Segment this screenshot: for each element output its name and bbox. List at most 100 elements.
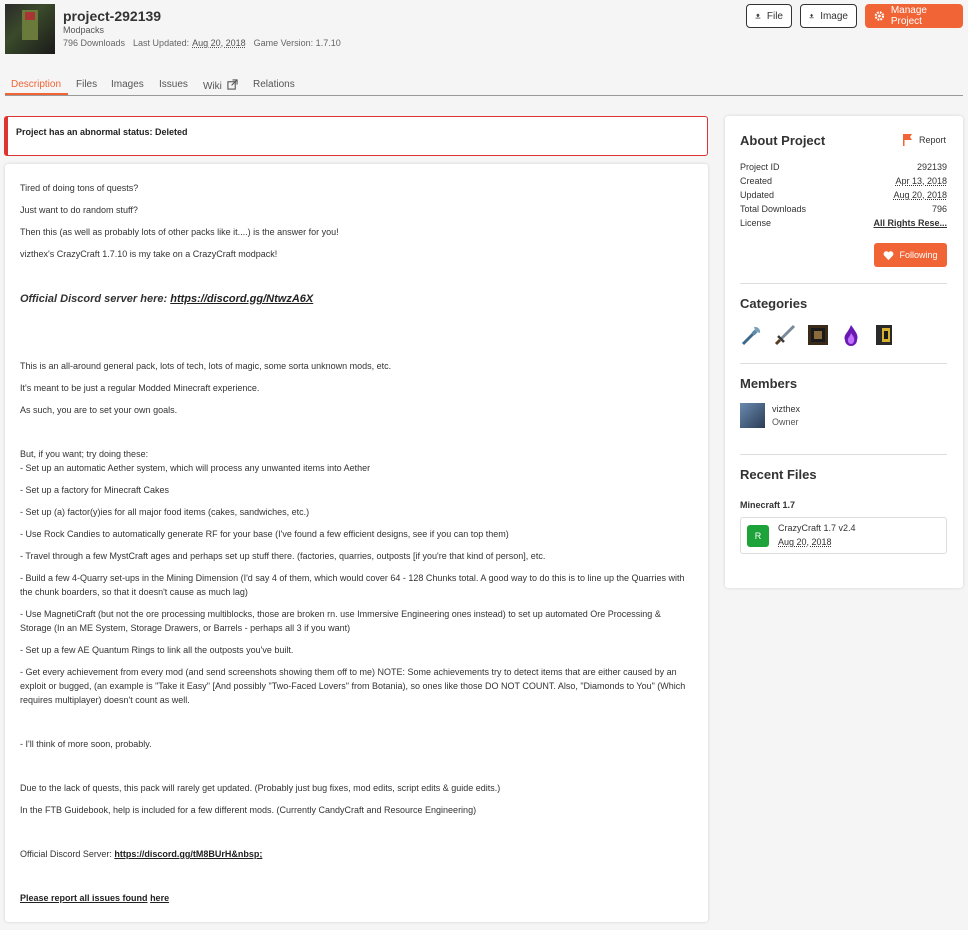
about-row-created: Created Apr 13, 2018	[740, 176, 947, 186]
report-issues-link[interactable]: here	[150, 893, 169, 903]
divider	[740, 283, 947, 284]
discord-link[interactable]: https://discord.gg/NtwzA6X	[170, 293, 313, 305]
discord-server-link[interactable]: https://discord.gg/tM8BUrH&nbsp;	[114, 849, 262, 859]
description-paragraph: - Use Rock Candies to automatically gene…	[20, 529, 509, 539]
description-paragraph: vizthex's CrazyCraft 1.7.10 is my take o…	[20, 249, 278, 259]
last-updated-label: Last Updated:	[133, 38, 190, 48]
upload-image-button[interactable]: Image	[800, 4, 857, 28]
description-paragraph: Due to the lack of quests, this pack wil…	[20, 783, 501, 793]
game-version-group: Minecraft 1.7	[740, 500, 796, 510]
tab-description[interactable]: Description	[11, 79, 61, 90]
description-paragraph: But, if you want; try doing these:	[20, 449, 149, 459]
project-description: Tired of doing tons of quests? Just want…	[5, 164, 708, 922]
about-row-license: License All Rights Rese...	[740, 218, 947, 228]
description-paragraph: It's meant to be just a regular Modded M…	[20, 383, 260, 393]
project-tabs: Description Files Images Issues Wiki Rel…	[5, 74, 963, 96]
file-name[interactable]: CrazyCraft 1.7 v2.4	[778, 523, 856, 533]
external-link-icon	[227, 79, 238, 90]
tab-wiki-label: Wiki	[203, 81, 222, 92]
divider	[740, 363, 947, 364]
about-row-downloads: Total Downloads 796	[740, 204, 947, 214]
sword-icon[interactable]	[773, 323, 797, 347]
tab-issues[interactable]: Issues	[159, 79, 188, 90]
file-date: Aug 20, 2018	[778, 537, 832, 547]
license-link[interactable]: All Rights Rese...	[873, 218, 947, 228]
member-name[interactable]: vizthex	[772, 404, 800, 414]
about-row-updated: Updated Aug 20, 2018	[740, 190, 947, 200]
storage-block-icon[interactable]	[872, 323, 896, 347]
tab-relations[interactable]: Relations	[253, 79, 295, 90]
about-key: Total Downloads	[740, 204, 807, 214]
manage-button-label: Manage Project	[890, 5, 927, 27]
category-icons	[740, 323, 896, 347]
gear-icon	[874, 11, 885, 21]
description-paragraph: - Set up a few AE Quantum Rings to link …	[20, 645, 294, 655]
project-sidebar: About Project Report Project ID 292139 Cr…	[725, 116, 963, 588]
crafting-block-icon[interactable]	[806, 323, 830, 347]
project-meta: 796 Downloads Last Updated: Aug 20, 2018 Ga…	[63, 38, 349, 48]
following-label: Following	[899, 250, 938, 260]
description-paragraph: In the FTB Guidebook, help is included f…	[20, 805, 477, 815]
recent-files-heading: Recent Files	[740, 467, 817, 482]
discord-heading-label: Official Discord server here:	[20, 293, 168, 305]
tab-images[interactable]: Images	[111, 79, 144, 90]
divider	[740, 454, 947, 455]
about-key: Updated	[740, 190, 775, 200]
last-updated-date: Aug 20, 2018	[192, 38, 246, 48]
project-category: Modpacks	[63, 25, 105, 35]
about-value: Apr 13, 2018	[895, 176, 947, 186]
file-button-label: File	[766, 10, 783, 22]
project-header: project-292139 Modpacks 796 Downloads Las…	[0, 0, 968, 60]
description-paragraph: - Use MagnetiCraft (but not the ore proc…	[20, 609, 661, 633]
upload-icon	[809, 13, 814, 19]
avatar[interactable]	[740, 403, 765, 428]
flag-icon	[903, 134, 912, 146]
report-issues-line: Please report all issues found here	[20, 891, 690, 905]
description-paragraph: As such, you are to set your own goals.	[20, 405, 178, 415]
description-paragraph: - Get every achievement from every mod (…	[20, 667, 686, 705]
about-value: 796	[931, 204, 947, 214]
report-label: Report	[919, 135, 947, 145]
tab-wiki[interactable]: Wiki	[203, 79, 238, 92]
about-key: License	[740, 218, 772, 228]
report-issues-text[interactable]: Please report all issues found	[20, 893, 148, 903]
game-version: Game Version: 1.7.10	[253, 38, 341, 48]
status-alert: Project has an abnormal status: Deleted	[4, 116, 708, 156]
description-paragraph: - Travel through a few MystCraft ages an…	[20, 551, 546, 561]
following-button[interactable]: Following	[874, 243, 947, 267]
wrench-icon[interactable]	[740, 323, 764, 347]
heart-icon	[884, 250, 894, 260]
description-paragraph: Tired of doing tons of quests?	[20, 183, 139, 193]
about-key: Created	[740, 176, 773, 186]
members-heading: Members	[740, 376, 798, 391]
about-value: Aug 20, 2018	[893, 190, 947, 200]
about-key: Project ID	[740, 162, 780, 172]
description-paragraph: - I'll think of more soon, probably.	[20, 739, 152, 749]
project-logo	[5, 4, 55, 54]
description-paragraph: - Build a few 4-Quarry set-ups in the Mi…	[20, 573, 685, 597]
description-paragraph: This is an all-around general pack, lots…	[20, 361, 392, 371]
upload-file-button[interactable]: File	[746, 4, 792, 28]
magic-flame-icon[interactable]	[839, 323, 863, 347]
description-paragraph: - Set up an automatic Aether system, whi…	[20, 463, 371, 473]
report-button[interactable]: Report	[903, 134, 946, 146]
discord-server-line: Official Discord Server: https://discord…	[20, 847, 690, 861]
release-badge: R	[747, 525, 769, 547]
recent-file-card[interactable]: R CrazyCraft 1.7 v2.4 Aug 20, 2018	[740, 517, 947, 554]
manage-project-button[interactable]: Manage Project	[865, 4, 963, 28]
discord-heading: Official Discord server here: https://di…	[20, 292, 690, 306]
project-title: project-292139	[63, 8, 162, 24]
member-role: Owner	[772, 417, 799, 427]
description-paragraph: - Set up a factory for Minecraft Cakes	[20, 485, 170, 495]
upload-icon	[755, 13, 761, 19]
tab-files[interactable]: Files	[76, 79, 97, 90]
description-paragraph: Just want to do random stuff?	[20, 205, 138, 215]
image-button-label: Image	[820, 10, 848, 22]
active-tab-indicator	[5, 93, 68, 95]
about-project-heading: About Project	[740, 133, 826, 148]
about-row-project-id: Project ID 292139	[740, 162, 947, 172]
categories-heading: Categories	[740, 296, 808, 311]
about-value: 292139	[916, 162, 947, 172]
discord-server-label: Official Discord Server:	[20, 849, 112, 859]
downloads-count: 796 Downloads	[63, 38, 126, 48]
